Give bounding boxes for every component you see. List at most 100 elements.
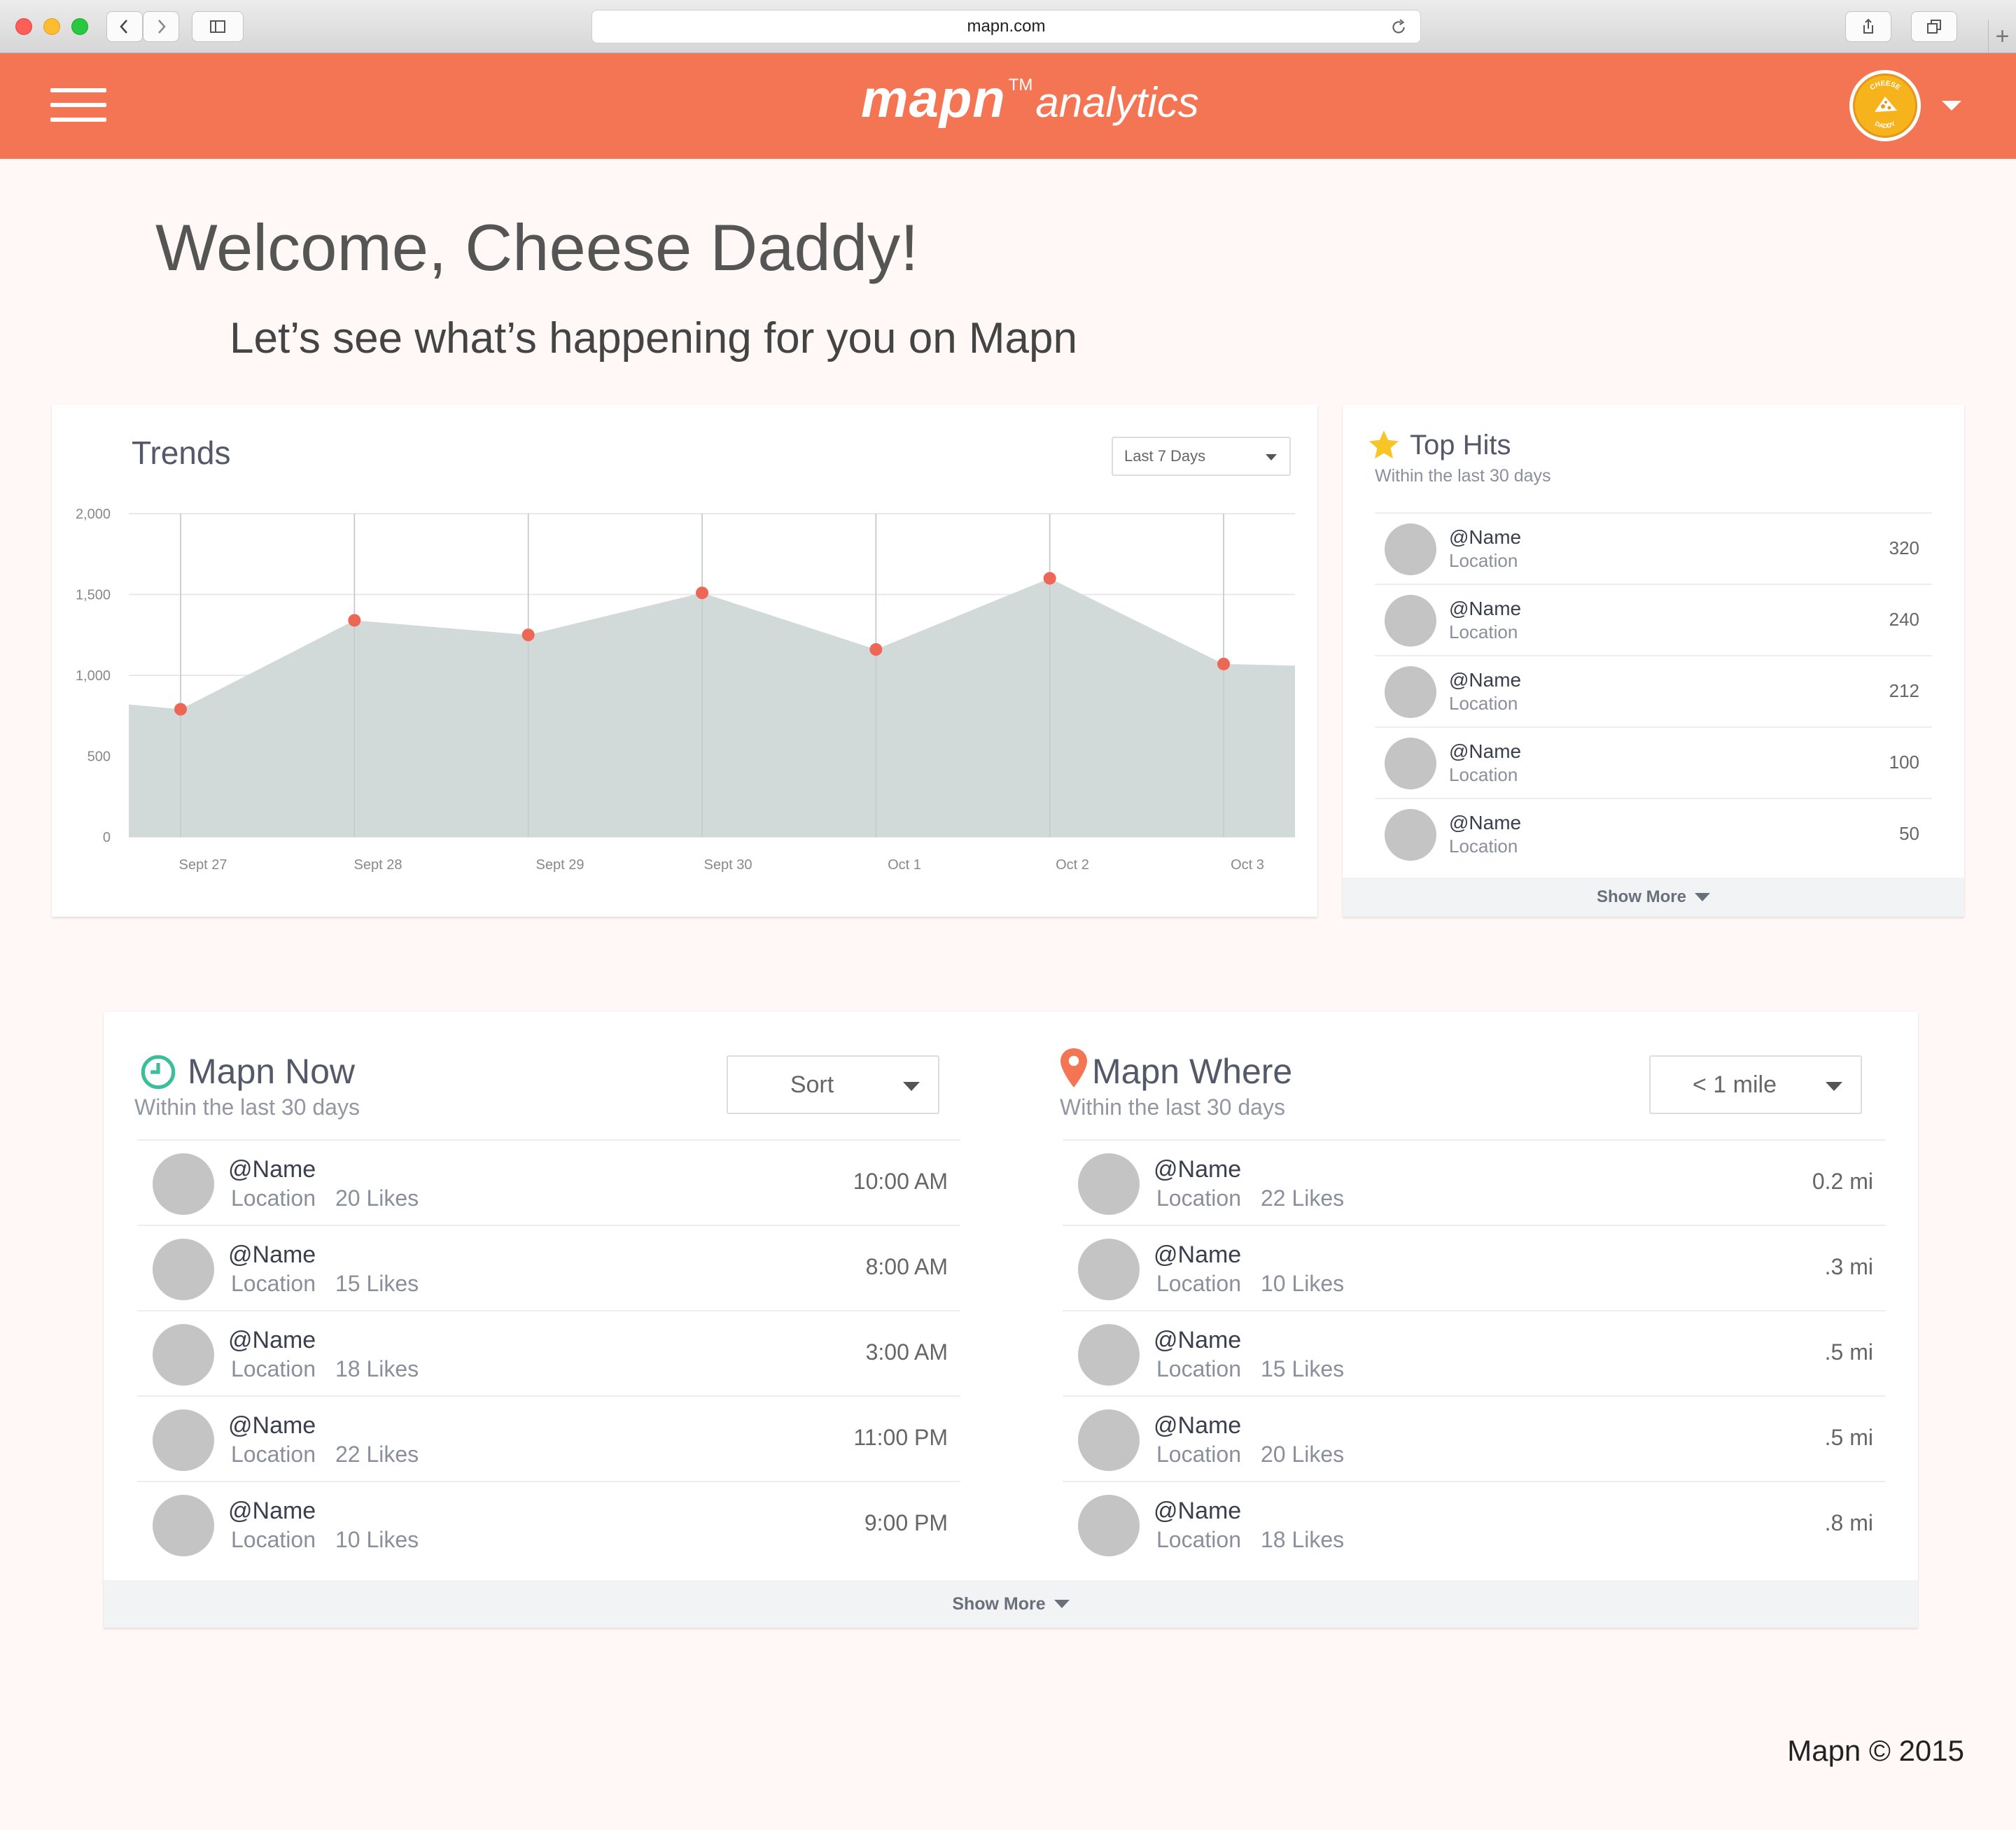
clock-icon <box>141 1055 176 1090</box>
data-point <box>696 586 708 600</box>
avatar <box>1078 1239 1140 1300</box>
avatar <box>1385 595 1436 647</box>
user-avatar[interactable]: CHEESE DADDY <box>1849 70 1921 141</box>
user-menu-caret-icon[interactable] <box>1942 101 1961 111</box>
show-more-label: Show More <box>952 1593 1046 1614</box>
app-logo[interactable]: mapn TM analytics <box>861 69 1199 139</box>
welcome-title: Welcome, Cheese Daddy! <box>155 211 919 284</box>
x-tick-label: Oct 2 <box>1056 857 1089 873</box>
y-tick-label: 2,000 <box>76 507 111 522</box>
item-name: @Name <box>1154 1498 1242 1524</box>
reload-icon[interactable] <box>1390 18 1408 36</box>
mapn-now-list: @Name Location 20 Likes 10:00 AM @Name Lo… <box>137 1139 960 1566</box>
item-likes: 20 Likes <box>335 1185 419 1211</box>
list-item[interactable]: @Name Location 22 Likes 0.2 mi <box>1063 1139 1886 1225</box>
item-location: Location <box>1156 1185 1241 1211</box>
item-location: Location <box>1156 1527 1241 1552</box>
x-tick-label: Oct 3 <box>1231 857 1264 873</box>
tabs-overview-button[interactable] <box>1911 11 1957 42</box>
item-location: Location <box>1449 764 1518 785</box>
list-item[interactable]: @Name Location 22 Likes 11:00 PM <box>137 1395 960 1481</box>
mapn-now-title: Mapn Now <box>188 1052 355 1091</box>
logo-brand: mapn <box>861 69 1006 129</box>
activity-show-more-button[interactable]: Show More <box>104 1580 1918 1628</box>
item-likes: 22 Likes <box>1260 1185 1345 1211</box>
item-name: @Name <box>1449 526 1522 548</box>
minimize-window-button[interactable] <box>43 18 60 35</box>
menu-icon[interactable] <box>50 88 106 123</box>
cheese-daddy-logo-icon: CHEESE DADDY <box>1869 80 1902 129</box>
list-item[interactable]: @Name Location 100 <box>1375 726 1932 798</box>
back-button[interactable] <box>106 11 143 42</box>
logo-sub: analytics <box>1035 79 1199 126</box>
distance-select[interactable]: < 1 mile <box>1649 1055 1862 1114</box>
url-text: mapn.com <box>967 17 1046 36</box>
item-location: Location <box>1449 621 1518 642</box>
browser-chrome: mapn.com + <box>0 0 2016 53</box>
mapn-where-title: Mapn Where <box>1092 1052 1293 1091</box>
data-point <box>522 628 535 642</box>
item-location: Location <box>231 1442 316 1467</box>
avatar <box>1078 1153 1140 1215</box>
avatar <box>153 1153 214 1215</box>
item-distance: .3 mi <box>1824 1254 1873 1279</box>
item-name: @Name <box>1154 1241 1242 1268</box>
distance-label: < 1 mile <box>1693 1071 1777 1098</box>
item-name: @Name <box>1449 812 1522 833</box>
top-hits-title: Top Hits <box>1410 430 1511 460</box>
zoom-window-button[interactable] <box>71 18 88 35</box>
avatar <box>1385 523 1436 575</box>
list-item[interactable]: @Name Location 18 Likes 3:00 AM <box>137 1310 960 1395</box>
svg-text:CHEESE: CHEESE <box>1869 80 1902 92</box>
tabs-icon <box>1927 20 1941 34</box>
list-item[interactable]: @Name Location 240 <box>1375 584 1932 655</box>
star-icon <box>1369 430 1399 459</box>
item-location: Location <box>231 1527 316 1552</box>
top-hits-subtitle: Within the last 30 days <box>1375 466 1551 486</box>
list-item[interactable]: @Name Location 10 Likes 9:00 PM <box>137 1481 960 1566</box>
item-location: Location <box>1449 550 1518 571</box>
item-name: @Name <box>1449 598 1522 619</box>
chevron-left-icon <box>120 20 127 34</box>
item-distance: 0.2 mi <box>1812 1169 1873 1194</box>
list-item[interactable]: @Name Location 50 <box>1375 798 1932 869</box>
svg-text:DADDY: DADDY <box>1874 120 1896 129</box>
x-tick-label: Sept 28 <box>354 857 402 873</box>
avatar <box>153 1409 214 1471</box>
chevron-down-icon <box>903 1082 920 1091</box>
chevron-down-icon <box>1695 893 1710 901</box>
data-point <box>348 614 361 627</box>
avatar <box>153 1495 214 1556</box>
list-item[interactable]: @Name Location 212 <box>1375 655 1932 726</box>
list-item[interactable]: @Name Location 10 Likes .3 mi <box>1063 1225 1886 1310</box>
mapn-now-subtitle: Within the last 30 days <box>134 1095 360 1120</box>
address-bar[interactable]: mapn.com <box>592 10 1421 43</box>
list-item[interactable]: @Name Location 20 Likes 10:00 AM <box>137 1139 960 1225</box>
avatar <box>153 1239 214 1300</box>
list-item[interactable]: @Name Location 20 Likes .5 mi <box>1063 1395 1886 1481</box>
app-header: mapn TM analytics CHEESE DADDY <box>0 53 2016 159</box>
avatar <box>1078 1409 1140 1471</box>
item-value: 212 <box>1889 680 1919 701</box>
item-location: Location <box>1156 1356 1241 1381</box>
new-tab-button[interactable]: + <box>1988 20 2016 53</box>
item-location: Location <box>231 1185 316 1211</box>
y-tick-label: 1,500 <box>76 588 111 603</box>
show-more-label: Show More <box>1596 887 1686 906</box>
list-item[interactable]: @Name Location 15 Likes 8:00 AM <box>137 1225 960 1310</box>
list-item[interactable]: @Name Location 18 Likes .8 mi <box>1063 1481 1886 1566</box>
sidebar-toggle-button[interactable] <box>192 11 244 42</box>
footer-copyright: Mapn © 2015 <box>1787 1734 1964 1767</box>
forward-button[interactable] <box>143 11 179 42</box>
sort-select[interactable]: Sort <box>727 1055 939 1114</box>
list-item[interactable]: @Name Location 15 Likes .5 mi <box>1063 1310 1886 1395</box>
share-button[interactable] <box>1845 11 1891 42</box>
sort-label: Sort <box>790 1071 834 1098</box>
top-hits-show-more-button[interactable]: Show More <box>1343 878 1964 917</box>
x-tick-label: Oct 1 <box>888 857 921 873</box>
item-distance: .8 mi <box>1824 1510 1873 1535</box>
item-value: 320 <box>1889 537 1919 558</box>
item-location: Location <box>231 1271 316 1296</box>
close-window-button[interactable] <box>15 18 32 35</box>
list-item[interactable]: @Name Location 320 <box>1375 512 1932 584</box>
